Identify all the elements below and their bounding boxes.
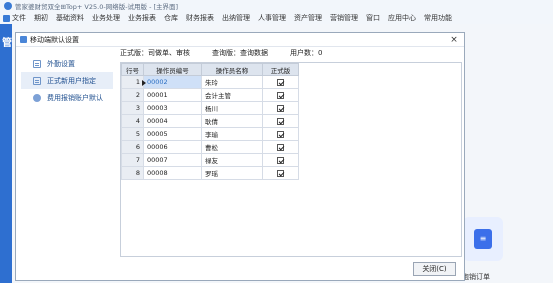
query-edition-info: 查询版：查询数据 <box>212 49 268 57</box>
operator-name[interactable]: 曹松 <box>201 140 263 154</box>
row-number: 8 <box>121 166 144 180</box>
menu-marketing[interactable]: 营销管理 <box>330 13 358 23</box>
user-count: 用户数：0 <box>290 49 323 57</box>
menu-business[interactable]: 业务处理 <box>92 13 120 23</box>
menu-window[interactable]: 窗口 <box>366 13 380 23</box>
file-menu-icon <box>3 14 10 22</box>
table-row[interactable]: 7 00007 禄友 <box>121 153 299 167</box>
operator-code[interactable]: 00008 <box>143 166 202 180</box>
formal-edition-cell[interactable] <box>262 75 299 89</box>
menu-hr[interactable]: 人事管理 <box>258 13 286 23</box>
row-number: 5 <box>121 127 144 141</box>
operator-code[interactable]: 00006 <box>143 140 202 154</box>
operator-code[interactable]: 00004 <box>143 114 202 128</box>
operator-name[interactable]: 会计主管 <box>201 88 263 102</box>
app-left-strip: 管 <box>0 24 12 283</box>
formal-edition-cell[interactable] <box>262 140 299 154</box>
operator-code[interactable]: 00005 <box>143 127 202 141</box>
list-icon <box>33 76 41 85</box>
operator-name[interactable]: 禄友 <box>201 153 263 167</box>
dot-icon <box>33 93 41 102</box>
menu-business-report[interactable]: 业务报表 <box>128 13 156 23</box>
formal-checkbox[interactable] <box>277 169 284 177</box>
menu-assets[interactable]: 资产管理 <box>294 13 322 23</box>
app-title-bar: 管家婆财贸双全⊞Top+ V25.0-网络版-试用版 - [主界面] <box>0 0 553 12</box>
menu-basic-data[interactable]: 基础资料 <box>56 13 84 23</box>
sidebar-item-field-settings[interactable]: 外勤设置 <box>21 55 113 72</box>
formal-edition-cell[interactable] <box>262 153 299 167</box>
formal-checkbox[interactable] <box>277 156 284 164</box>
document-icon: ≡ <box>474 229 492 249</box>
table-header: 行号 操作员编号 操作员名称 正式版 <box>121 63 299 76</box>
formal-edition-cell[interactable] <box>262 101 299 115</box>
sidebar-item-formal-user[interactable]: 正式新用户指定 <box>21 72 113 89</box>
settings-sidebar: 外勤设置 正式新用户指定 费用报销账户默认 <box>21 55 113 275</box>
table-row[interactable]: 8 00008 罗瑶 <box>121 166 299 180</box>
formal-checkbox[interactable] <box>277 104 284 112</box>
col-operator-code[interactable]: 操作员编号 <box>143 63 202 76</box>
operator-code[interactable]: 00003 <box>143 101 202 115</box>
table-row[interactable]: 2 00001 会计主管 <box>121 88 299 102</box>
app-menu-bar: 文件 期初 基础资料 业务处理 业务报表 仓库 财务报表 出纳管理 人事管理 资… <box>0 12 553 24</box>
table-row[interactable]: 5 00005 李瑜 <box>121 127 299 141</box>
table-row[interactable]: 6 00006 曹松 <box>121 140 299 154</box>
operator-table: 行号 操作员编号 操作员名称 正式版 1 00002 朱玲 2 00001 会计… <box>120 62 462 257</box>
formal-edition-cell[interactable] <box>262 114 299 128</box>
dialog-title-bar: 移动端默认设置 × <box>16 33 464 47</box>
menu-cashier[interactable]: 出纳管理 <box>222 13 250 23</box>
formal-edition-cell[interactable] <box>262 166 299 180</box>
operator-name[interactable]: 李瑜 <box>201 127 263 141</box>
operator-code[interactable]: 00007 <box>143 153 202 167</box>
operator-name[interactable]: 耿倩 <box>201 114 263 128</box>
close-icon[interactable]: × <box>448 34 460 46</box>
formal-checkbox[interactable] <box>277 117 284 125</box>
formal-edition-cell[interactable] <box>262 88 299 102</box>
table-row[interactable]: 1 00002 朱玲 <box>121 75 299 89</box>
row-number: 4 <box>121 114 144 128</box>
table-row[interactable]: 4 00004 耿倩 <box>121 114 299 128</box>
menu-common[interactable]: 常用功能 <box>424 13 452 23</box>
operator-code[interactable]: 00002 <box>143 75 202 89</box>
sidebar-item-expense-account[interactable]: 费用报销账户默认 <box>21 89 113 106</box>
row-number: 3 <box>121 101 144 115</box>
col-row-number[interactable]: 行号 <box>121 63 144 76</box>
col-operator-name[interactable]: 操作员名称 <box>201 63 263 76</box>
row-number: 2 <box>121 88 144 102</box>
operator-name[interactable]: 杨川 <box>201 101 263 115</box>
operator-name[interactable]: 朱玲 <box>201 75 263 89</box>
close-button[interactable]: 关闭(C) <box>413 262 456 276</box>
mobile-default-settings-dialog: 移动端默认设置 × 外勤设置 正式新用户指定 费用报销账户默认 正式版：司做单、… <box>15 32 465 281</box>
col-formal-edition[interactable]: 正式版 <box>262 63 299 76</box>
sales-order-label: 跑销订单 <box>462 273 490 281</box>
formal-edition-info: 正式版：司做单、审核 <box>120 49 190 57</box>
row-number: 6 <box>121 140 144 154</box>
app-logo-icon <box>4 2 12 10</box>
formal-edition-cell[interactable] <box>262 127 299 141</box>
sales-order-card[interactable]: ≡ <box>463 217 503 261</box>
formal-checkbox[interactable] <box>277 130 284 138</box>
operator-code[interactable]: 00001 <box>143 88 202 102</box>
current-row-icon <box>142 80 146 86</box>
row-number: 7 <box>121 153 144 167</box>
formal-checkbox[interactable] <box>277 78 284 86</box>
dialog-app-icon <box>20 36 27 43</box>
license-info: 正式版：司做单、审核 查询版：查询数据 用户数：0 <box>120 47 344 59</box>
menu-opening[interactable]: 期初 <box>34 13 48 23</box>
table-row[interactable]: 3 00003 杨川 <box>121 101 299 115</box>
formal-checkbox[interactable] <box>277 143 284 151</box>
dialog-title: 移动端默认设置 <box>30 35 79 44</box>
row-number: 1 <box>121 75 146 89</box>
menu-warehouse[interactable]: 仓库 <box>164 13 178 23</box>
list-icon <box>33 59 41 68</box>
menu-finance-report[interactable]: 财务报表 <box>186 13 214 23</box>
operator-name[interactable]: 罗瑶 <box>201 166 263 180</box>
formal-checkbox[interactable] <box>277 91 284 99</box>
menu-app-center[interactable]: 应用中心 <box>388 13 416 23</box>
menu-file[interactable]: 文件 <box>3 13 26 23</box>
app-title: 管家婆财贸双全⊞Top+ V25.0-网络版-试用版 - [主界面] <box>15 3 179 11</box>
